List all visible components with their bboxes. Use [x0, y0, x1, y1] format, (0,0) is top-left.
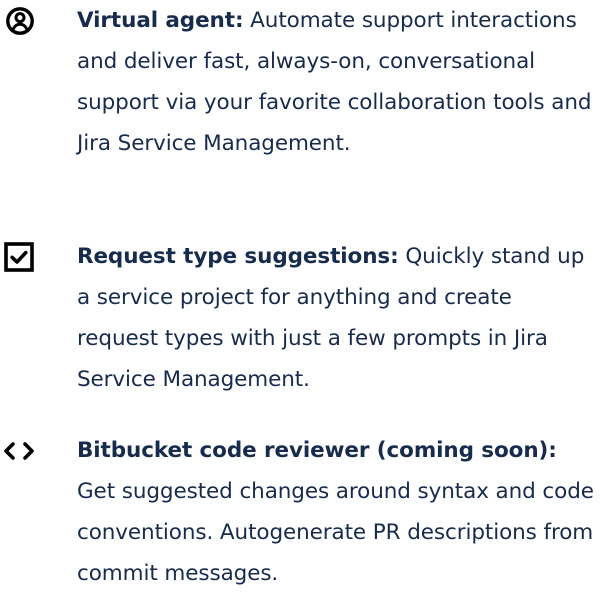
- feature-title: Bitbucket code reviewer (coming soon):: [77, 438, 557, 463]
- feature-text: Virtual agent: Automate support interact…: [77, 0, 596, 164]
- feature-title: Request type suggestions:: [77, 244, 399, 269]
- code-icon: [1, 436, 37, 466]
- feature-text: Request type suggestions: Quickly stand …: [77, 236, 596, 400]
- feature-description: Get suggested changes around syntax and …: [77, 479, 594, 586]
- feature-title: Virtual agent:: [77, 8, 244, 33]
- agent-icon: [5, 6, 35, 36]
- checkbox-icon: [4, 242, 34, 272]
- feature-text: Bitbucket code reviewer (coming soon): G…: [77, 430, 596, 594]
- feature-list: Virtual agent: Automate support interact…: [0, 0, 600, 592]
